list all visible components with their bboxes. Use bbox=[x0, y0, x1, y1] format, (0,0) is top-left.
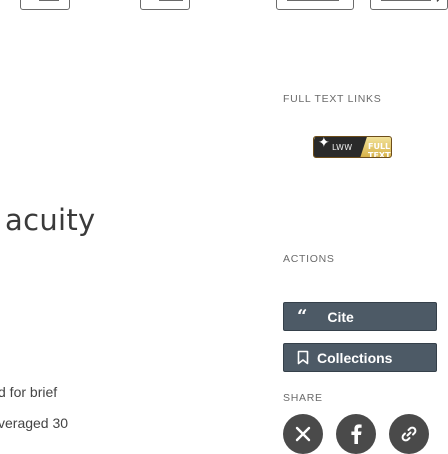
collections-button[interactable]: Collections bbox=[283, 343, 437, 372]
toolbar-control[interactable] bbox=[140, 0, 190, 10]
toolbar-control[interactable]: ➚ bbox=[370, 0, 448, 10]
facebook-icon[interactable] bbox=[336, 414, 376, 454]
full-text-links-heading: FULL TEXT LINKS bbox=[283, 93, 382, 105]
journal-name: acuity bbox=[5, 203, 96, 237]
abstract-text: d for brief bbox=[0, 384, 58, 400]
bookmark-icon bbox=[297, 350, 309, 365]
x-twitter-icon[interactable] bbox=[283, 414, 323, 454]
actions-heading: ACTIONS bbox=[283, 253, 335, 265]
toolbar-control[interactable] bbox=[276, 0, 354, 10]
permalink-icon[interactable] bbox=[389, 414, 429, 454]
share-heading: SHARE bbox=[283, 392, 323, 404]
cite-label: Cite bbox=[327, 308, 354, 325]
publisher-logo-icon: ✦ bbox=[318, 136, 330, 151]
collections-label: Collections bbox=[317, 349, 393, 366]
toolbar-control[interactable] bbox=[20, 0, 70, 10]
top-toolbar: ➚ bbox=[0, 0, 448, 16]
quote-icon: “ bbox=[297, 305, 308, 327]
arrow-icon: ➚ bbox=[435, 0, 445, 5]
full-text-link-badge[interactable]: ✦ LWW FULL TEXT bbox=[313, 136, 392, 158]
abstract-text: veraged 30 bbox=[0, 415, 69, 431]
badge-brand: LWW bbox=[332, 143, 353, 152]
badge-cta: FULL TEXT bbox=[368, 142, 391, 158]
cite-button[interactable]: “ Cite bbox=[283, 302, 437, 331]
